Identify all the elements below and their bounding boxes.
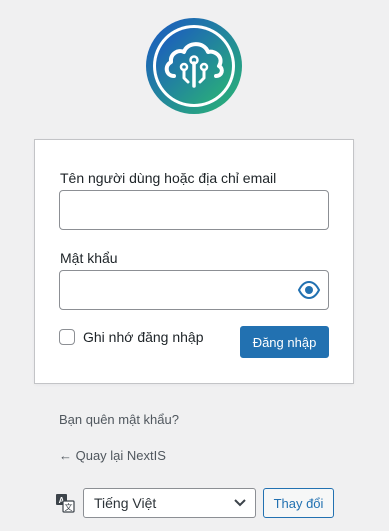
- lost-password-link[interactable]: Bạn quên mật khẩu?: [59, 412, 179, 427]
- language-switcher: A 文 Tiếng Việt Thay đổi: [55, 488, 334, 518]
- login-form: Tên người dùng hoặc địa chỉ email Mật kh…: [34, 139, 354, 384]
- password-label: Mật khẩu: [60, 250, 118, 266]
- change-language-button[interactable]: Thay đổi: [263, 488, 334, 518]
- chevron-down-icon: [234, 499, 246, 507]
- remember-label: Ghi nhớ đăng nhập: [83, 329, 204, 345]
- language-selected: Tiếng Việt: [94, 495, 157, 511]
- svg-text:文: 文: [65, 502, 73, 512]
- remember-me[interactable]: Ghi nhớ đăng nhập: [59, 329, 204, 345]
- eye-icon[interactable]: [297, 280, 321, 300]
- language-select[interactable]: Tiếng Việt: [83, 488, 256, 518]
- back-to-site-link[interactable]: ← Quay lại NextIS: [59, 448, 166, 463]
- site-logo[interactable]: [144, 16, 244, 116]
- translate-icon: A 文: [56, 494, 75, 513]
- login-button[interactable]: Đăng nhập: [240, 326, 329, 358]
- password-input[interactable]: [59, 270, 329, 310]
- username-label: Tên người dùng hoặc địa chỉ email: [60, 170, 277, 186]
- username-input[interactable]: [59, 190, 329, 230]
- remember-checkbox[interactable]: [59, 329, 75, 345]
